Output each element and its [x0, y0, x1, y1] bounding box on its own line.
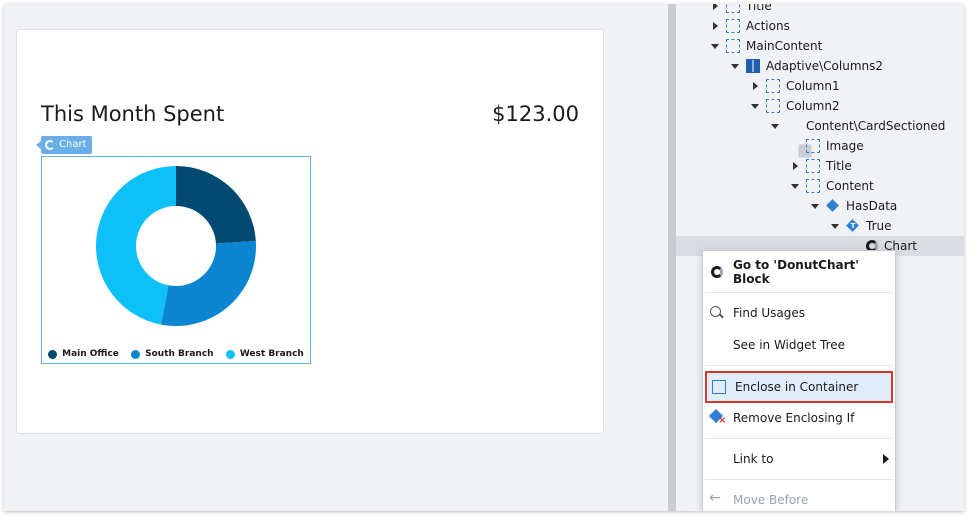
caret-right-icon[interactable]	[750, 81, 760, 91]
legend-dot-south-branch	[131, 349, 141, 359]
tree-node-title[interactable]: Title	[676, 4, 964, 16]
legend-item-main-office: Main Office	[48, 349, 119, 359]
tree-node-hasdata[interactable]: HasData	[676, 196, 964, 216]
tree-node-label: HasData	[846, 199, 898, 213]
container-icon	[726, 4, 740, 13]
card-title: This Month Spent	[41, 102, 225, 126]
donut-slice-main-office	[176, 166, 256, 244]
caret-down-icon[interactable]	[770, 121, 780, 131]
tree-node-adaptive-columns2[interactable]: Adaptive\Columns2	[676, 56, 964, 76]
tree-node-content[interactable]: Content	[676, 176, 964, 196]
container-icon	[806, 179, 820, 193]
legend-item-west-branch: West Branch	[225, 349, 304, 359]
menu-item-label: Go to 'DonutChart' Block	[733, 258, 859, 286]
menu-item-label: Remove Enclosing If	[733, 411, 855, 425]
container-icon	[726, 19, 740, 33]
panel-splitter[interactable]	[668, 4, 676, 511]
container-icon	[766, 79, 780, 93]
if-icon	[826, 199, 840, 213]
menu-item-label: See in Widget Tree	[733, 338, 846, 352]
caret-down-icon[interactable]	[810, 201, 820, 211]
menu-item-enclose-in-container[interactable]: Enclose in Container	[705, 371, 893, 403]
tree-node-column2[interactable]: Column2	[676, 96, 964, 116]
menu-item-link-to[interactable]: Link to	[705, 444, 893, 474]
tree-node-label: Actions	[746, 19, 790, 33]
card-sectioned[interactable]: This Month Spent $123.00 Chart Main Offi…	[16, 29, 604, 434]
menu-item-find-usages[interactable]: Find Usages	[705, 298, 893, 328]
tree-node-label: Title	[746, 4, 772, 13]
donut-chart[interactable]: Main Office South Branch West Branch	[41, 156, 311, 364]
tree-node-label: Column1	[786, 79, 840, 93]
columns-icon	[746, 59, 760, 73]
tree-node-label: Title	[826, 159, 852, 173]
caret-down-icon[interactable]	[710, 41, 720, 51]
caret-right-icon[interactable]	[710, 4, 720, 11]
legend-label: South Branch	[145, 349, 214, 359]
tree-node-label: Content	[826, 179, 874, 193]
context-menu: Go to 'DonutChart' Block Find Usages See…	[702, 250, 896, 511]
screenshot-frame: This Month Spent $123.00 Chart Main Offi…	[4, 4, 964, 511]
caret-right-icon[interactable]	[790, 161, 800, 171]
tree-node-column1[interactable]: Column1	[676, 76, 964, 96]
menu-separator	[705, 365, 893, 366]
branch-icon	[846, 219, 860, 233]
menu-separator	[705, 438, 893, 439]
container-icon	[711, 379, 727, 395]
tree-node-label: True	[866, 219, 892, 233]
menu-item-label: Find Usages	[733, 306, 806, 320]
caret-down-icon[interactable]	[790, 181, 800, 191]
caret-down-icon[interactable]	[750, 101, 760, 111]
legend-item-south-branch: South Branch	[131, 349, 214, 359]
legend-label: West Branch	[239, 349, 304, 359]
container-icon	[766, 99, 780, 113]
menu-item-label: Enclose in Container	[735, 380, 859, 394]
chart-tag-label: Chart	[59, 139, 87, 150]
tree-node-label: MainContent	[746, 39, 823, 53]
menu-item-move-before[interactable]: Move Before	[705, 485, 893, 511]
tree-node-label: Content\CardSectioned	[806, 119, 946, 133]
donut-slice-south-branch	[161, 240, 256, 326]
tree-node-maincontent[interactable]: MainContent	[676, 36, 964, 56]
donut-slice-west-branch	[95, 166, 176, 325]
tree-node-true[interactable]: True	[676, 216, 964, 236]
caret-right-icon[interactable]	[710, 21, 720, 31]
container-icon	[806, 139, 820, 153]
arrow-left-icon	[709, 490, 725, 508]
menu-separator	[705, 479, 893, 480]
legend-label: Main Office	[62, 349, 119, 359]
blank-icon	[709, 337, 725, 353]
caret-down-icon[interactable]	[730, 61, 740, 71]
chevron-right-icon	[883, 454, 889, 464]
chart-widget-tag[interactable]: Chart	[35, 136, 93, 154]
chart-legend: Main Office South Branch West Branch	[42, 349, 310, 359]
tree-node-content-cardsectioned[interactable]: Content\CardSectioned	[676, 116, 964, 158]
tree-node-actions[interactable]: Actions	[676, 16, 964, 36]
tree-node-label: Image	[826, 139, 864, 153]
menu-item-see-in-widget-tree[interactable]: See in Widget Tree	[705, 330, 893, 360]
card-amount: $123.00	[492, 102, 579, 126]
donut-chart-svg	[95, 166, 256, 326]
blank-icon	[709, 451, 725, 467]
legend-dot-west-branch	[225, 349, 235, 359]
tree-node-title[interactable]: Title	[676, 156, 964, 176]
menu-separator	[705, 292, 893, 293]
menu-item-label: Move Before	[733, 493, 809, 507]
menu-item-label: Link to	[733, 452, 774, 466]
tree-node-image[interactable]: Image	[676, 136, 964, 156]
legend-dot-main-office	[48, 349, 58, 359]
tree-node-label: Column2	[786, 99, 840, 113]
donut-chart-icon	[45, 140, 55, 150]
container-icon	[806, 159, 820, 173]
menu-item-remove-enclosing-if[interactable]: Remove Enclosing If	[705, 403, 893, 433]
menu-item-go-to-block[interactable]: Go to 'DonutChart' Block	[705, 257, 893, 287]
donut-chart-icon	[711, 266, 723, 278]
remove-if-icon	[709, 410, 726, 426]
tree-node-label: Adaptive\Columns2	[766, 59, 883, 73]
container-icon	[726, 39, 740, 53]
search-icon	[709, 305, 725, 321]
caret-down-icon[interactable]	[830, 221, 840, 231]
